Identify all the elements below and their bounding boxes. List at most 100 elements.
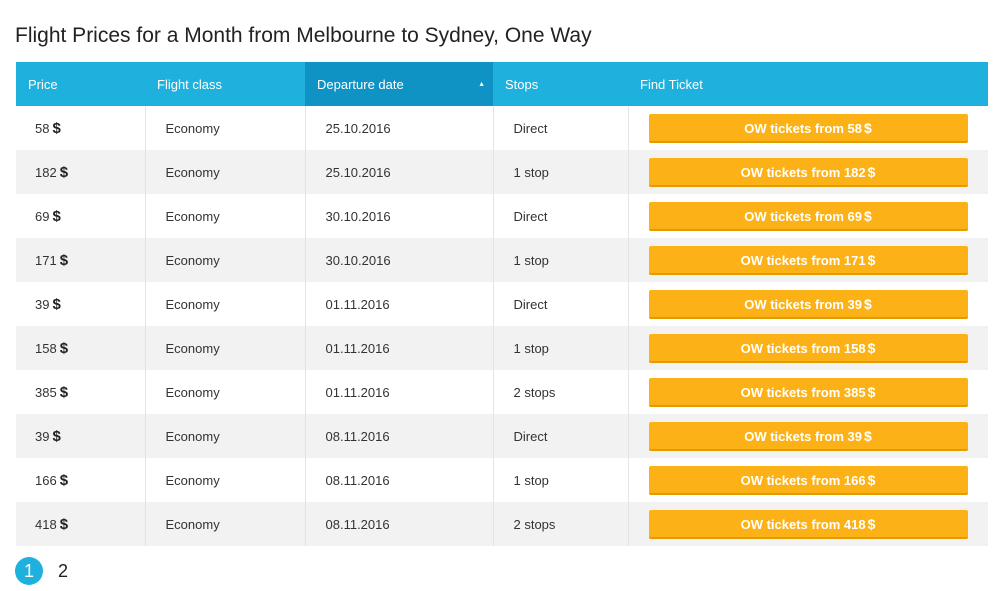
stops-cell: 1 stop — [492, 238, 628, 282]
ow-tickets-button-currency: $ — [867, 515, 876, 532]
departure-date-cell: 30.10.2016 — [304, 238, 493, 282]
flight-class-cell: Economy — [144, 282, 305, 326]
ow-tickets-button[interactable]: OW tickets from 385 $ — [648, 377, 968, 407]
ow-tickets-button-currency: $ — [867, 339, 876, 356]
ow-tickets-button-price: 69 — [847, 208, 862, 224]
stops-cell: Direct — [492, 194, 628, 238]
currency-symbol: $ — [52, 295, 61, 313]
table-row: 171 $ Economy 30.10.2016 1 stop OW tickets fr… — [16, 238, 988, 282]
column-header-find-ticket: Find Ticket — [628, 62, 988, 106]
column-header-stops-label: Stops — [505, 76, 539, 92]
ow-tickets-button[interactable]: OW tickets from 158 $ — [648, 333, 968, 363]
price-cell: 171 $ — [16, 238, 145, 282]
ow-tickets-button[interactable]: OW tickets from 39 $ — [648, 289, 968, 319]
departure-date-cell: 01.11.2016 — [304, 370, 493, 414]
ow-tickets-button-prefix: OW tickets from — [740, 164, 841, 180]
stops-cell: 2 stops — [492, 370, 628, 414]
ow-tickets-button[interactable]: OW tickets from 418 $ — [648, 509, 968, 539]
ow-tickets-button[interactable]: OW tickets from 171 $ — [648, 245, 968, 275]
stops-cell: Direct — [492, 282, 628, 326]
find-ticket-cell: OW tickets from 385 $ — [627, 370, 988, 414]
ow-tickets-button-prefix: OW tickets from — [740, 472, 841, 488]
flight-class-cell: Economy — [144, 458, 305, 502]
currency-symbol: $ — [59, 339, 69, 357]
flight-class-cell: Economy — [144, 370, 305, 414]
ow-tickets-button-prefix: OW tickets from — [740, 252, 841, 268]
ow-tickets-button-currency: $ — [863, 427, 872, 444]
departure-date-cell: 01.11.2016 — [304, 326, 493, 370]
ow-tickets-button-currency: $ — [863, 207, 872, 224]
departure-date-cell: 01.11.2016 — [304, 282, 493, 326]
ow-tickets-button-price: 418 — [843, 516, 866, 532]
price-cell: 166 $ — [16, 458, 145, 502]
currency-symbol: $ — [52, 119, 61, 137]
ow-tickets-button[interactable]: OW tickets from 166 $ — [648, 465, 968, 495]
ow-tickets-button-currency: $ — [867, 471, 876, 488]
price-value: 166 — [35, 472, 57, 488]
departure-date-cell: 08.11.2016 — [304, 414, 493, 458]
flight-class-cell: Economy — [144, 194, 305, 238]
price-cell: 69 $ — [16, 194, 145, 238]
flight-class-cell: Economy — [144, 238, 305, 282]
column-header-find-ticket-label: Find Ticket — [640, 76, 703, 92]
table-row: 39 $ Economy 08.11.2016 Direct OW tickets fro… — [16, 414, 988, 458]
currency-symbol: $ — [59, 251, 69, 269]
price-value: 69 — [35, 208, 50, 224]
stops-cell: 2 stops — [492, 502, 628, 546]
departure-date-cell: 08.11.2016 — [304, 502, 493, 546]
ow-tickets-button-price: 166 — [843, 472, 866, 488]
ow-tickets-button-prefix: OW tickets from — [744, 428, 844, 444]
ow-tickets-button-prefix: OW tickets from — [744, 208, 844, 224]
price-cell: 39 $ — [16, 414, 145, 458]
find-ticket-cell: OW tickets from 171 $ — [627, 238, 988, 282]
table-row: 385 $ Economy 01.11.2016 2 stops OW tickets f… — [16, 370, 988, 414]
column-header-price[interactable]: Price — [16, 62, 145, 106]
column-header-price-label: Price — [28, 76, 58, 92]
column-header-departure-date-label: Departure date — [317, 76, 404, 92]
table-row: 418 $ Economy 08.11.2016 2 stops OW tickets f… — [16, 502, 988, 546]
find-ticket-cell: OW tickets from 39 $ — [627, 282, 988, 326]
ow-tickets-button-price: 39 — [847, 296, 862, 312]
ow-tickets-button-price: 39 — [847, 428, 862, 444]
ow-tickets-button[interactable]: OW tickets from 39 $ — [648, 421, 968, 451]
flight-prices-table-container: Price Flight class Departure date ▲ Stops… — [16, 62, 988, 546]
flight-class-cell: Economy — [144, 326, 305, 370]
price-value: 171 — [35, 252, 57, 268]
ow-tickets-button[interactable]: OW tickets from 182 $ — [648, 157, 968, 187]
table-row: 158 $ Economy 01.11.2016 1 stop OW tickets fr… — [16, 326, 988, 370]
price-cell: 39 $ — [16, 282, 145, 326]
column-header-departure-date[interactable]: Departure date ▲ — [305, 62, 493, 106]
page-link-2[interactable]: 2 — [49, 557, 77, 585]
column-header-stops[interactable]: Stops — [493, 62, 628, 106]
ow-tickets-button-currency: $ — [863, 119, 872, 136]
page-link-1[interactable]: 1 — [15, 557, 43, 585]
ow-tickets-button[interactable]: OW tickets from 58 $ — [648, 113, 968, 143]
ow-tickets-button-price: 158 — [843, 340, 866, 356]
currency-symbol: $ — [59, 383, 69, 401]
ow-tickets-button-prefix: OW tickets from — [744, 296, 844, 312]
find-ticket-cell: OW tickets from 418 $ — [627, 502, 988, 546]
flight-class-cell: Economy — [144, 106, 305, 150]
currency-symbol: $ — [59, 515, 69, 533]
departure-date-cell: 30.10.2016 — [304, 194, 493, 238]
price-value: 182 — [35, 164, 57, 180]
table-row: 58 $ Economy 25.10.2016 Direct OW tickets fro… — [16, 106, 988, 150]
ow-tickets-button-currency: $ — [867, 383, 876, 400]
price-cell: 182 $ — [16, 150, 145, 194]
ow-tickets-button-prefix: OW tickets from — [740, 340, 841, 356]
ow-tickets-button[interactable]: OW tickets from 69 $ — [648, 201, 968, 231]
column-header-flight-class[interactable]: Flight class — [145, 62, 305, 106]
price-value: 39 — [35, 428, 50, 444]
find-ticket-cell: OW tickets from 58 $ — [627, 106, 988, 150]
departure-date-cell: 25.10.2016 — [304, 106, 493, 150]
find-ticket-cell: OW tickets from 166 $ — [627, 458, 988, 502]
price-cell: 418 $ — [16, 502, 145, 546]
stops-cell: 1 stop — [492, 150, 628, 194]
ow-tickets-button-price: 182 — [843, 164, 866, 180]
ow-tickets-button-currency: $ — [867, 163, 876, 180]
ow-tickets-button-prefix: OW tickets from — [740, 384, 841, 400]
departure-date-cell: 08.11.2016 — [304, 458, 493, 502]
find-ticket-cell: OW tickets from 182 $ — [627, 150, 988, 194]
pagination: 12 — [15, 557, 83, 585]
ow-tickets-button-price: 171 — [843, 252, 866, 268]
